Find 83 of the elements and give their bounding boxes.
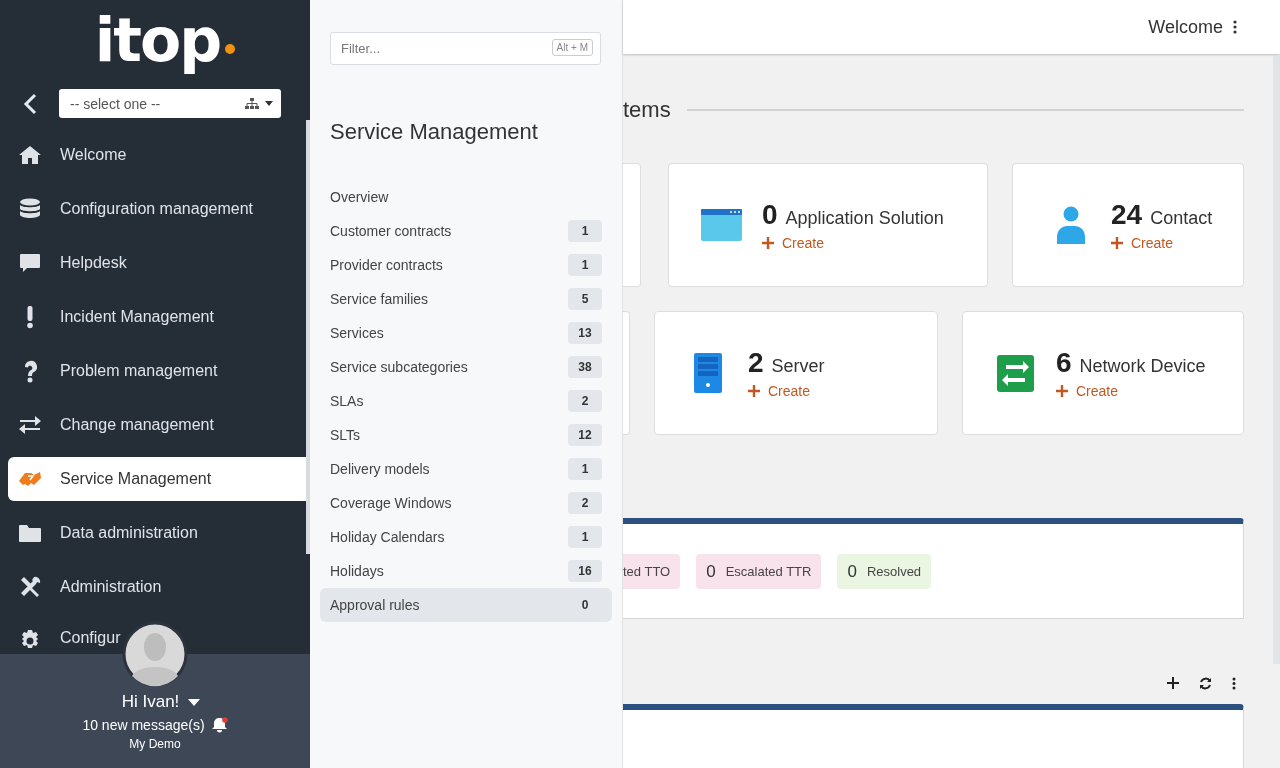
menu-item[interactable]: Customer contracts 1 [320,214,612,248]
menu-item[interactable]: Overview [320,180,612,214]
bell-icon[interactable] [211,717,228,733]
menu-item[interactable]: Provider contracts 1 [320,248,612,282]
menu-item[interactable]: SLAs 2 [320,384,612,418]
page-title: Welcome [1148,16,1223,38]
more-options-icon[interactable] [1232,676,1236,690]
exclamation-icon [27,305,33,329]
create-link[interactable]: Create [748,383,825,399]
create-link[interactable]: Create [762,235,944,251]
count-badge: 13 [568,322,602,344]
menu-item[interactable]: Holidays 16 [320,554,612,588]
plus-icon [748,385,760,397]
count: 24 [1111,199,1143,231]
nav-item[interactable]: Administration [8,565,164,609]
count-badge: 5 [568,288,602,310]
hierarchy-icon [245,97,259,110]
network-switch-icon [997,354,1034,392]
add-icon[interactable] [1167,677,1179,689]
class-name: Application Solution [785,208,944,229]
menu-title: Service Management [330,119,539,145]
create-link[interactable]: Create [1056,383,1206,399]
speech-bubble-icon [18,251,42,275]
browser-window-icon [701,209,742,241]
person-icon [1056,206,1085,244]
nav-item[interactable]: Incident Management [8,295,216,339]
class-name: Contact [1150,208,1213,229]
status-badge[interactable]: 0 Escalated TTR [696,554,822,589]
menu-item[interactable]: Service families 5 [320,282,612,316]
logo: itop [74,4,236,76]
shortcut-hint: Alt + M [551,39,593,56]
status-badge[interactable]: 0 Resolved [837,554,932,589]
count: 0 [762,199,778,231]
scrollbar[interactable] [306,120,310,554]
refresh-icon[interactable] [1199,676,1212,690]
menu-item[interactable]: Holiday Calendars 1 [320,520,612,554]
count-badge: 16 [568,560,602,582]
count-badge: 1 [568,458,602,480]
count-badge: 1 [568,220,602,242]
plus-icon [1111,237,1123,249]
count-badge: 12 [568,424,602,446]
count-badge: 2 [568,492,602,514]
menu-item[interactable]: Approval rules 0 [320,588,612,622]
count: 2 [748,347,764,379]
menu-item[interactable]: Service subcategories 38 [320,350,612,384]
caret-icon [265,101,273,106]
nav-item[interactable]: Welcome [8,133,129,177]
count-badge: 38 [568,356,602,378]
count-badge: 1 [568,526,602,548]
class-name: Network Device [1079,356,1206,377]
section-title: tems [623,97,671,123]
status-badge[interactable]: ted TTO [623,554,681,589]
count-badge: 1 [568,254,602,276]
count-badge: 2 [568,390,602,412]
swap-arrows-icon [18,413,42,437]
plus-icon [762,237,774,249]
scrollbar[interactable] [1273,56,1280,664]
more-options-icon[interactable] [1233,20,1237,34]
question-icon [23,359,37,383]
avatar[interactable] [122,621,188,687]
nav-item[interactable]: Configuration management [8,187,255,231]
menu-item[interactable]: Services 13 [320,316,612,350]
organization-select[interactable]: -- select one -- [59,89,281,118]
nav-item[interactable]: Configur [8,619,123,653]
count: 6 [1056,347,1072,379]
create-link[interactable]: Create [1111,235,1213,251]
user-greeting[interactable]: Hi Ivan! [121,692,180,712]
nav-item[interactable]: Helpdesk [8,241,129,285]
server-icon [693,353,722,393]
class-name: Server [771,356,825,377]
plus-icon [1056,385,1068,397]
home-icon [18,143,42,167]
organization-name: My Demo [129,737,181,751]
menu-item[interactable]: Delivery models 1 [320,452,612,486]
database-icon [18,197,42,221]
menu-item[interactable]: SLTs 12 [320,418,612,452]
menu-item[interactable]: Coverage Windows 2 [320,486,612,520]
nav-item[interactable]: Data administration [8,511,200,555]
nav-item[interactable]: Problem management [8,349,220,393]
back-chevron-icon[interactable] [23,92,37,115]
caret-icon[interactable] [188,698,201,706]
nav-item[interactable]: Change management [8,403,216,447]
messages-count[interactable]: 10 new message(s) [82,717,205,733]
